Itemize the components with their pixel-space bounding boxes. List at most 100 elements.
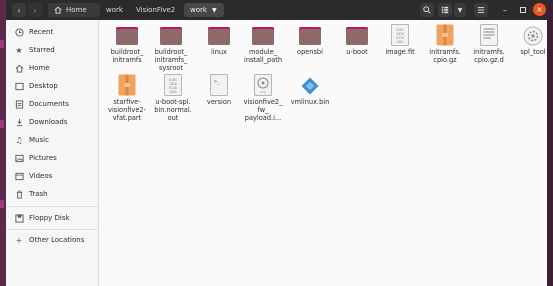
file-item[interactable]: u-boot bbox=[333, 24, 381, 56]
breadcrumb-label: Home bbox=[66, 6, 87, 14]
sidebar-item-music[interactable]: ♫ Music bbox=[6, 131, 98, 149]
sidebar: Recent ★ Starred Home Desktop Documents bbox=[6, 20, 99, 286]
breadcrumb-home[interactable]: Home bbox=[48, 3, 100, 17]
file-name: version bbox=[206, 98, 232, 106]
dock-indicator bbox=[0, 200, 4, 208]
file-name: u-boot-spl. bin.normal. out bbox=[154, 98, 192, 122]
sidebar-item-floppy-disk[interactable]: Floppy Disk bbox=[6, 209, 98, 227]
folder-icon bbox=[298, 24, 322, 46]
file-item[interactable]: module_ install_path bbox=[239, 24, 287, 64]
home-icon bbox=[54, 6, 62, 14]
sidebar-item-label: Videos bbox=[29, 172, 53, 180]
sidebar-item-pictures[interactable]: Pictures bbox=[6, 149, 98, 167]
file-item[interactable]: initramfs. cpio.gz bbox=[421, 24, 469, 64]
file-name: buildroot_ initramfs bbox=[110, 48, 144, 64]
file-item[interactable]: 0101 1010 0110 1001 image.fit bbox=[376, 24, 424, 56]
file-item[interactable]: spl_tool bbox=[509, 24, 547, 56]
file-item[interactable]: vmlinux.bin bbox=[286, 74, 334, 106]
sidebar-item-recent[interactable]: Recent bbox=[6, 23, 98, 41]
forward-button[interactable]: › bbox=[28, 3, 42, 17]
sidebar-item-label: Starred bbox=[29, 46, 55, 54]
sidebar-item-starred[interactable]: ★ Starred bbox=[6, 41, 98, 59]
sidebar-item-desktop[interactable]: Desktop bbox=[6, 77, 98, 95]
archive-icon bbox=[115, 74, 139, 96]
chevron-left-icon: ‹ bbox=[17, 5, 21, 15]
chevron-down-icon: ▼ bbox=[457, 6, 463, 14]
file-name: initramfs. cpio.gz.d bbox=[473, 48, 505, 64]
sidebar-item-label: Pictures bbox=[29, 154, 57, 162]
file-item[interactable]: >_ version bbox=[195, 74, 243, 106]
close-button[interactable]: × bbox=[533, 3, 546, 16]
file-name: starfive- visionfive2- vfat.part bbox=[108, 98, 146, 122]
diamond-icon bbox=[298, 74, 322, 96]
sidebar-item-label: Floppy Disk bbox=[29, 214, 70, 222]
sidebar-item-label: Trash bbox=[29, 190, 48, 198]
svg-text:1001: 1001 bbox=[169, 90, 177, 94]
view-toggle-button[interactable] bbox=[438, 3, 452, 17]
sidebar-item-label: Desktop bbox=[29, 82, 58, 90]
chevron-right-icon: › bbox=[33, 5, 37, 15]
back-button[interactable]: ‹ bbox=[12, 3, 26, 17]
breadcrumb-current[interactable]: work ▼ bbox=[184, 3, 224, 17]
file-item[interactable]: linux bbox=[195, 24, 243, 56]
file-name: vmlinux.bin bbox=[290, 98, 330, 106]
file-item[interactable]: 0101 1010 0110 1001 u-boot-spl. bin.normal.… bbox=[149, 74, 197, 122]
file-item[interactable]: opensbi bbox=[286, 24, 334, 56]
maximize-icon bbox=[520, 7, 526, 13]
chevron-down-icon: ▼ bbox=[211, 6, 217, 14]
clock-icon bbox=[14, 27, 24, 37]
gear-icon bbox=[521, 24, 545, 46]
sidebar-item-label: Downloads bbox=[29, 118, 68, 126]
file-name: buildroot_ initramfs_ sysroot bbox=[154, 48, 188, 72]
sidebar-item-label: Other Locations bbox=[29, 236, 85, 244]
music-icon: ♫ bbox=[15, 135, 23, 145]
view-options-button[interactable]: ▼ bbox=[454, 3, 466, 17]
dock-indicator bbox=[0, 40, 4, 48]
sidebar-item-label: Documents bbox=[29, 100, 69, 108]
search-button[interactable] bbox=[420, 3, 434, 17]
headerbar: ‹ › Home work VisionFive2 work ▼ ▼ – × bbox=[6, 0, 547, 21]
binary-file-icon: 0101 1010 0110 1001 bbox=[161, 74, 185, 96]
sidebar-separator bbox=[6, 206, 98, 207]
file-item[interactable]: img visionfive2_ fw_ payload.i... bbox=[239, 74, 287, 122]
binary-file-icon: 0101 1010 0110 1001 bbox=[388, 24, 412, 46]
breadcrumb-label: work bbox=[190, 6, 207, 14]
trash-icon bbox=[14, 189, 24, 199]
maximize-button[interactable] bbox=[516, 3, 530, 17]
file-item[interactable]: buildroot_ initramfs bbox=[103, 24, 151, 64]
file-grid: buildroot_ initramfs buildroot_ initramf… bbox=[99, 20, 547, 286]
picture-icon bbox=[14, 153, 24, 163]
sidebar-item-label: Recent bbox=[29, 28, 54, 36]
menu-button[interactable] bbox=[474, 3, 488, 17]
file-name: spl_tool bbox=[520, 48, 546, 56]
document-icon bbox=[14, 99, 24, 109]
breadcrumb-work[interactable]: work bbox=[100, 3, 130, 17]
file-item[interactable]: initramfs. cpio.gz.d bbox=[465, 24, 513, 64]
file-name: initramfs. cpio.gz bbox=[429, 48, 461, 64]
folder-icon bbox=[159, 24, 183, 46]
dock-indicator bbox=[0, 120, 4, 128]
search-icon bbox=[423, 6, 431, 14]
sidebar-item-videos[interactable]: Videos bbox=[6, 167, 98, 185]
sidebar-item-other-locations[interactable]: + Other Locations bbox=[6, 231, 98, 249]
sidebar-item-trash[interactable]: Trash bbox=[6, 185, 98, 203]
sidebar-item-home[interactable]: Home bbox=[6, 59, 98, 77]
hamburger-icon bbox=[477, 7, 485, 13]
file-item[interactable]: starfive- visionfive2- vfat.part bbox=[103, 74, 151, 122]
breadcrumb-visionfive2[interactable]: VisionFive2 bbox=[130, 3, 184, 17]
text-file-icon bbox=[477, 24, 501, 46]
file-name: visionfive2_ fw_ payload.i... bbox=[243, 98, 283, 122]
minimize-button[interactable]: – bbox=[498, 3, 512, 17]
minimize-icon: – bbox=[503, 5, 507, 15]
sidebar-item-downloads[interactable]: Downloads bbox=[6, 113, 98, 131]
svg-text:1001: 1001 bbox=[396, 40, 404, 44]
file-name: opensbi bbox=[297, 48, 323, 56]
sidebar-item-documents[interactable]: Documents bbox=[6, 95, 98, 113]
sidebar-item-label: Music bbox=[29, 136, 49, 144]
breadcrumb-label: VisionFive2 bbox=[136, 6, 176, 14]
close-icon: × bbox=[536, 5, 543, 14]
folder-icon bbox=[345, 24, 369, 46]
breadcrumb-label: work bbox=[106, 6, 123, 14]
star-icon: ★ bbox=[15, 45, 23, 55]
file-item[interactable]: buildroot_ initramfs_ sysroot bbox=[147, 24, 195, 72]
